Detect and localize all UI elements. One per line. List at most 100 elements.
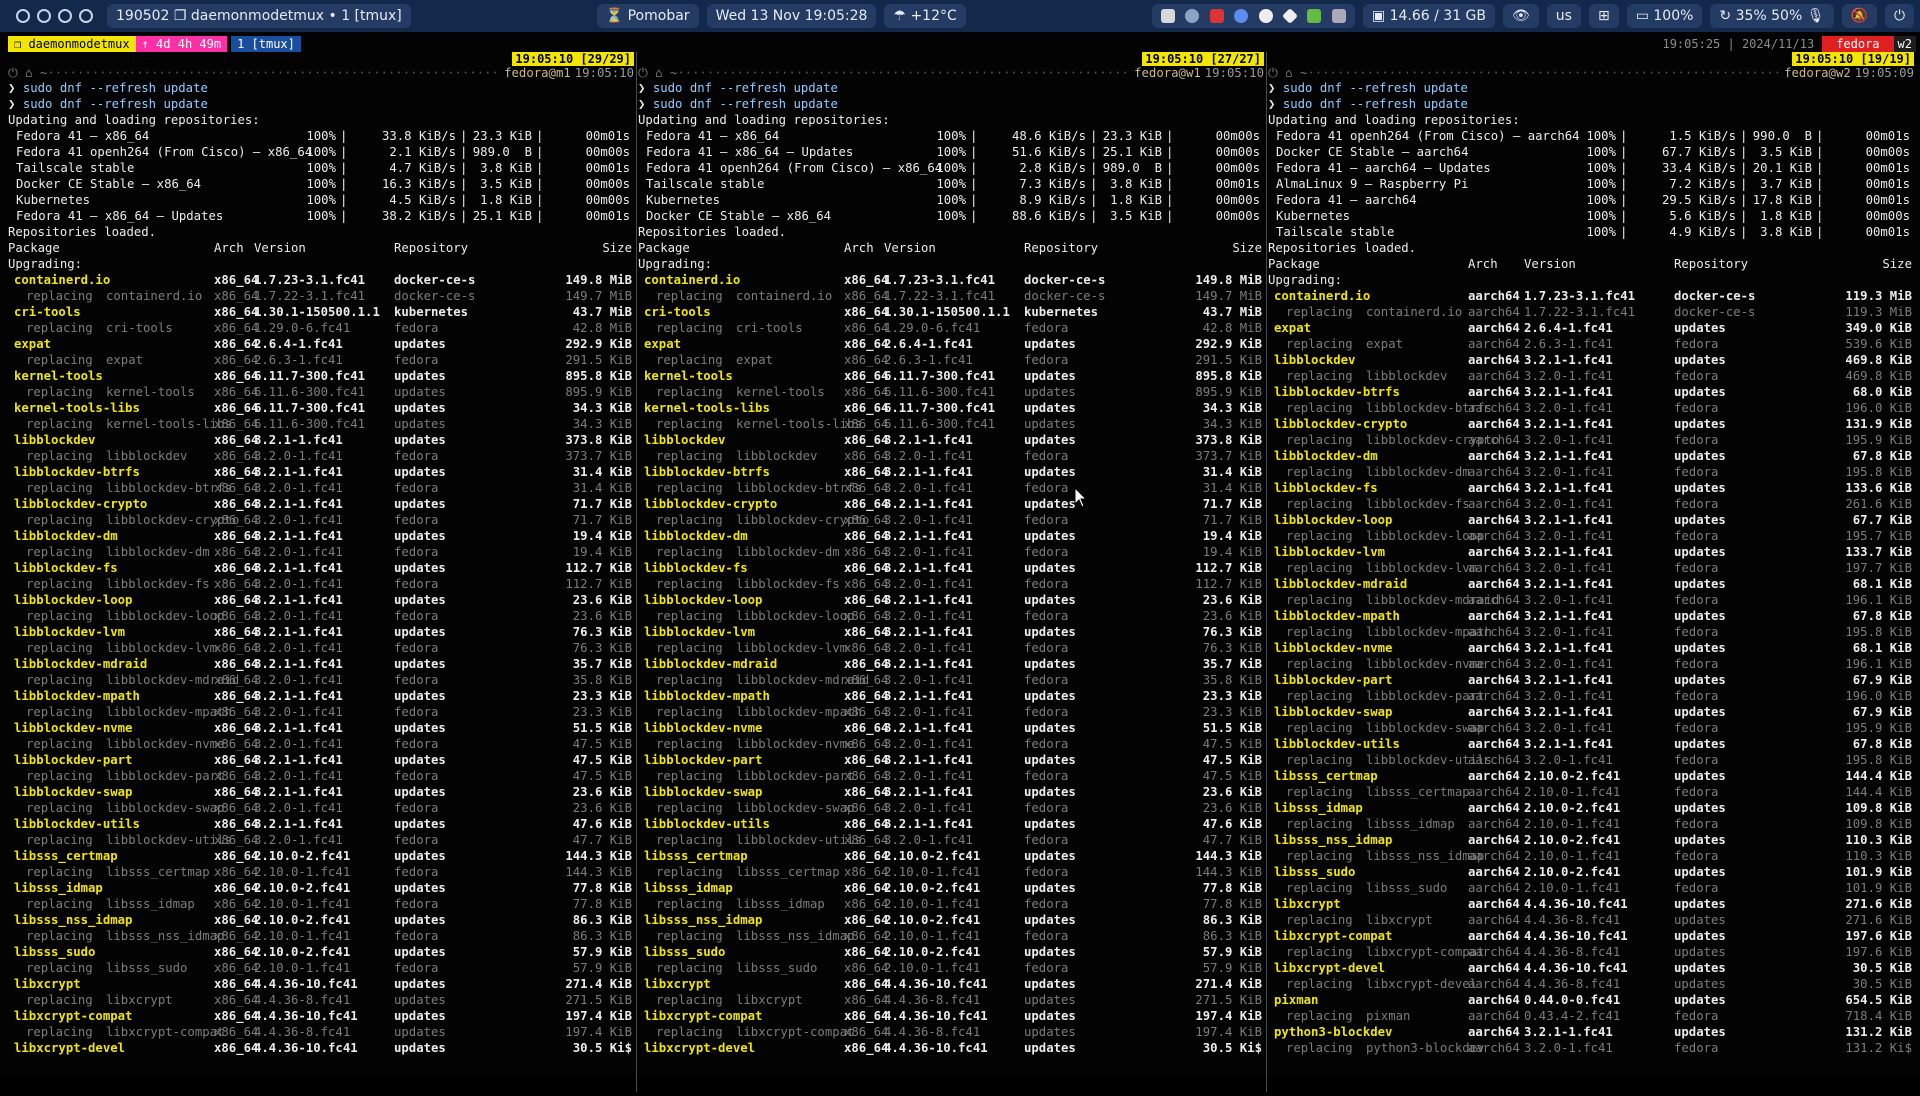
- package-arch: x86_64: [214, 945, 259, 959]
- repo-size: 23.3 KiB: [472, 129, 532, 143]
- package-name: libblockdev-utils: [736, 833, 862, 847]
- package-repository: updates: [1024, 1041, 1076, 1055]
- package-row: python3-blockdev aarch64 3.2.1-1.fc41 updat…: [1268, 1024, 1914, 1040]
- replacing-label: replacing: [26, 417, 93, 431]
- command-line: ❯ sudo dnf --refresh update: [1268, 96, 1914, 112]
- workspace-3-icon[interactable]: [58, 9, 72, 23]
- package-size: 196.0 KiB: [1845, 689, 1912, 703]
- replacing-label: replacing: [26, 641, 93, 655]
- battery-widget[interactable]: ▭ 100%: [1626, 4, 1703, 28]
- package-repository: fedora: [394, 513, 439, 527]
- package-size: 47.6 KiB: [572, 817, 632, 831]
- package-size: 23.6 KiB: [1202, 609, 1262, 623]
- package-version: 3.2.0-1.fc41: [254, 737, 343, 751]
- package-version: 3.2.0-1.fc41: [254, 513, 343, 527]
- package-version: 4.4.36-8.fc41: [1524, 945, 1621, 959]
- network-icon[interactable]: ⊞: [1588, 4, 1619, 28]
- package-name: libsss_nss_idmap: [1366, 849, 1485, 863]
- diamond-tray-icon[interactable]: [1282, 8, 1298, 24]
- pane-divider[interactable]: [636, 52, 637, 1092]
- replaced-package-row: replacing libblockdev-lvm x86_64 3.2.0-1.fc…: [638, 640, 1264, 656]
- power-icon[interactable]: ⏻: [1884, 4, 1915, 28]
- package-repository: fedora: [1024, 833, 1069, 847]
- package-repository: fedora: [394, 449, 439, 463]
- package-version: 2.10.0-1.fc41: [1524, 849, 1621, 863]
- pane-divider[interactable]: [1266, 52, 1267, 1092]
- package-row: libblockdev-lvm x86_64 3.2.1-1.fc41 updates…: [8, 624, 634, 640]
- package-arch: x86_64: [844, 513, 889, 527]
- package-name: libxcrypt-devel: [1274, 961, 1386, 975]
- app-tray-icon[interactable]: [1160, 9, 1175, 23]
- replacing-label: replacing: [656, 1025, 723, 1039]
- package-size: 110.3 KiB: [1845, 833, 1912, 847]
- package-repository: updates: [394, 689, 446, 703]
- package-arch: aarch64: [1468, 945, 1520, 959]
- package-size: 149.8 MiB: [565, 273, 632, 287]
- package-size: 144.4 KiB: [1845, 785, 1912, 799]
- package-arch: x86_64: [844, 593, 889, 607]
- repo-size: 3.5 KiB: [480, 177, 532, 191]
- active-window-title[interactable]: 190502 ❐ daemonmodetmux • 1 [tmux]: [107, 4, 411, 28]
- clock-widget[interactable]: Wed 13 Nov 19:05:28: [706, 4, 877, 28]
- update-tray-icon[interactable]: [1307, 9, 1322, 23]
- terminal-pane-w1[interactable]: 19:05:10 [27/27] ⏻ ⌂ ~ ··················…: [638, 52, 1264, 1096]
- package-name: libblockdev-part: [736, 769, 855, 783]
- package-size: 42.8 MiB: [572, 321, 632, 335]
- package-row: libblockdev aarch64 3.2.1-1.fc41 updates 469…: [1268, 352, 1914, 368]
- check-tray-icon[interactable]: [1258, 9, 1273, 23]
- replaced-package-row: replacing libblockdev-crypto aarch64 3.2.0-…: [1268, 432, 1914, 448]
- package-repository: kubernetes: [394, 305, 469, 319]
- package-version: 2.10.0-2.fc41: [884, 913, 981, 927]
- replaced-package-row: replacing python3-blockdev aarch64 3.2.0-1.…: [1268, 1040, 1914, 1056]
- workspace-2-icon[interactable]: [37, 9, 51, 23]
- prompt-status-line: ⏻ ⌂ ~ ··································…: [638, 66, 1264, 80]
- package-arch: x86_64: [214, 449, 259, 463]
- brightness-volume-widget[interactable]: ↻ 35% 50% 🎙: [1710, 4, 1834, 28]
- tmux-window-tab[interactable]: 1 [tmux]: [231, 36, 301, 52]
- chat-tray-icon[interactable]: [1234, 9, 1249, 23]
- terminal-pane-m1[interactable]: 19:05:10 [29/29] ⏻ ⌂ ~ ··················…: [8, 52, 634, 1096]
- pin-tray-icon[interactable]: [1209, 9, 1224, 23]
- package-size: 67.8 KiB: [1852, 609, 1912, 623]
- package-repository: docker-ce-s: [394, 289, 476, 303]
- workspace-1-icon[interactable]: [16, 9, 30, 23]
- package-arch: x86_64: [214, 705, 259, 719]
- replaced-package-row: replacing libblockdev-swap x86_64 3.2.0-1.f…: [8, 800, 634, 816]
- package-version: 1.29.0-6.fc41: [884, 321, 981, 335]
- package-arch: aarch64: [1468, 497, 1520, 511]
- repo-speed: 5.6 KiB/s: [1669, 209, 1736, 223]
- package-repository: fedora: [394, 705, 439, 719]
- col-size: Size: [602, 241, 632, 255]
- bluetooth-tray-icon[interactable]: [1331, 9, 1346, 23]
- pomodoro-widget[interactable]: ⏳ Pomobar: [596, 4, 699, 28]
- package-size: 101.9 KiB: [1845, 865, 1912, 879]
- package-repository: fedora: [1674, 657, 1719, 671]
- col-version: Version: [884, 241, 936, 255]
- package-size: 373.7 KiB: [1195, 449, 1262, 463]
- package-size: 35.7 KiB: [572, 657, 632, 671]
- notifications-off-icon[interactable]: 🔕: [1841, 4, 1877, 28]
- package-arch: x86_64: [844, 865, 889, 879]
- package-repository: updates: [1674, 385, 1726, 399]
- package-size: 271.6 KiB: [1845, 897, 1912, 911]
- package-size: 718.4 KiB: [1845, 1009, 1912, 1023]
- tmux-session-name[interactable]: ❐ daemonmodetmux: [8, 36, 136, 52]
- package-size: 469.8 KiB: [1845, 369, 1912, 383]
- prompt-left: ⏻ ⌂ ~: [1268, 66, 1308, 80]
- weather-widget[interactable]: ☂ +12°C: [884, 4, 966, 28]
- keyboard-layout[interactable]: us: [1546, 4, 1581, 28]
- package-repository: fedora: [1674, 497, 1719, 511]
- memory-widget[interactable]: ▣ 14.66 / 31 GB: [1362, 4, 1496, 28]
- replaced-package-row: replacing libblockdev-swap aarch64 3.2.0-1.…: [1268, 720, 1914, 736]
- terminal-window[interactable]: ❐ daemonmodetmux ↑ 4d 4h 49m 1 [tmux] 19…: [0, 32, 1920, 1092]
- col-version: Version: [1524, 257, 1576, 271]
- package-arch: x86_64: [844, 545, 889, 559]
- package-name: pixman: [1274, 993, 1319, 1007]
- terminal-pane-w2[interactable]: 19:05:10 [19/19] ⏻ ⌂ ~ ··················…: [1268, 52, 1914, 1096]
- workspace-4-icon[interactable]: [79, 9, 93, 23]
- steam-tray-icon[interactable]: [1185, 9, 1200, 23]
- repo-name: Fedora 41 openh264 (From Cisco) – x86_64: [16, 145, 313, 159]
- replacing-label: replacing: [656, 865, 723, 879]
- visibility-icon[interactable]: 👁: [1503, 4, 1539, 28]
- repo-sep: |: [1816, 145, 1824, 159]
